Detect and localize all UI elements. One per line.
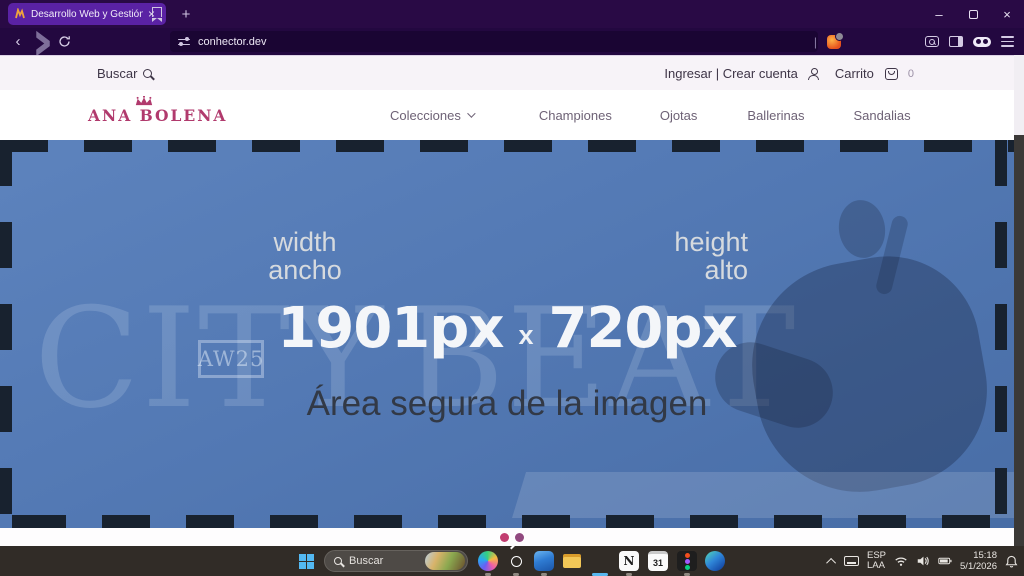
tab-favicon-icon	[14, 8, 26, 20]
cart-bag-icon[interactable]	[885, 68, 898, 80]
menu-icon[interactable]	[1001, 36, 1014, 47]
site-navbar: ANA BOLENA Colecciones Championes Ojotas…	[0, 90, 1014, 140]
running-indicator	[626, 573, 632, 576]
maximize-icon	[969, 10, 978, 19]
start-button[interactable]	[299, 554, 314, 569]
notifications-bell-icon[interactable]	[1005, 555, 1018, 568]
cart-link[interactable]: Carrito	[835, 66, 874, 81]
search-page-icon[interactable]	[925, 36, 939, 47]
running-indicator	[684, 573, 690, 576]
dashed-border-top	[0, 140, 1014, 152]
carousel-dot[interactable]	[515, 533, 524, 542]
extension-icon[interactable]	[827, 35, 841, 49]
height-label-es: alto	[642, 256, 748, 284]
carousel-strip	[0, 528, 1024, 546]
site-logo[interactable]: ANA BOLENA	[88, 96, 200, 125]
private-browsing-icon[interactable]	[973, 37, 991, 47]
width-value: 1901px	[277, 296, 503, 361]
site-search-label: Buscar	[97, 66, 137, 81]
nav-item-colecciones[interactable]: Colecciones	[390, 108, 473, 123]
figma-icon[interactable]	[677, 551, 697, 571]
search-highlight-image[interactable]	[425, 552, 465, 570]
toolbar-separator: |	[814, 35, 817, 49]
battery-icon[interactable]	[938, 555, 952, 567]
nav-item-ojotas[interactable]: Ojotas	[660, 108, 698, 123]
window-controls: – ×	[922, 0, 1024, 28]
main-menu: Colecciones Championes Ojotas Ballerinas…	[390, 90, 911, 140]
nav-item-ballerinas[interactable]: Ballerinas	[747, 108, 804, 123]
new-tab-button[interactable]: +	[176, 3, 196, 25]
wifi-icon[interactable]	[894, 555, 908, 567]
site-search[interactable]: Buscar	[97, 56, 152, 91]
account-link[interactable]: Ingresar | Crear cuenta	[664, 66, 797, 81]
crown-icon	[133, 96, 155, 106]
close-button[interactable]: ×	[990, 0, 1024, 28]
dashed-border-right	[995, 140, 1007, 528]
screen: Desarrollo Web y Gestión de Act × + – × …	[0, 0, 1024, 576]
back-button[interactable]: ‹	[6, 33, 30, 50]
hero-banner: CITY BEAT AW25 width ancho height alto 1…	[0, 140, 1014, 528]
safe-area-caption: Área segura de la imagen	[0, 384, 1014, 424]
active-app-indicator	[592, 573, 608, 576]
height-label: height alto	[642, 228, 748, 285]
clock-date: 5/1/2026	[960, 561, 997, 572]
system-tray: ESP LAA 15:18 5/1/2026	[829, 546, 1022, 576]
app-icon-blue[interactable]	[534, 551, 554, 571]
dimension-separator: x	[518, 320, 533, 351]
volume-icon[interactable]	[916, 555, 930, 567]
address-bar[interactable]: conhector.dev	[170, 31, 818, 52]
taskbar-search[interactable]: Buscar	[324, 550, 468, 572]
site-header: Buscar Ingresar | Crear cuenta Carrito 0	[0, 55, 1014, 90]
height-label-en: height	[642, 228, 748, 256]
toolbar-right: |	[814, 28, 1020, 55]
bookmark-icon[interactable]	[152, 7, 162, 17]
chevron-down-icon	[467, 109, 475, 117]
search-icon	[143, 69, 152, 78]
dashed-border-bottom	[0, 515, 1014, 528]
site-settings-icon[interactable]	[178, 37, 190, 47]
running-indicator	[541, 573, 547, 576]
nav-item-championes[interactable]: Championes	[539, 108, 612, 123]
running-indicator	[513, 573, 519, 576]
nav-item-label: Ojotas	[660, 108, 698, 123]
sidebar-icon[interactable]	[949, 36, 963, 47]
hero-platform-shape	[512, 472, 1014, 518]
language-bottom: LAA	[867, 561, 886, 571]
taskbar-search-label: Buscar	[349, 555, 425, 567]
width-label-es: ancho	[250, 256, 360, 284]
cart-count-badge: 0	[908, 68, 914, 80]
clock-time: 15:18	[960, 550, 997, 561]
minimize-button[interactable]: –	[922, 0, 956, 28]
touch-keyboard-icon[interactable]	[844, 556, 859, 566]
dashed-border-left	[0, 140, 12, 528]
reload-button[interactable]	[58, 35, 71, 48]
nav-item-sandalias[interactable]: Sandalias	[854, 108, 911, 123]
width-label-en: width	[250, 228, 360, 256]
maximize-button[interactable]	[956, 0, 990, 28]
calendar-icon[interactable]: 31	[648, 551, 668, 571]
taskbar-clock[interactable]: 15:18 5/1/2026	[960, 550, 997, 573]
scrollbar-thumb[interactable]	[1014, 135, 1024, 546]
carousel-dot-active[interactable]	[500, 533, 509, 542]
nav-item-label: Sandalias	[854, 108, 911, 123]
nav-item-label: Championes	[539, 108, 612, 123]
copilot-icon[interactable]	[478, 551, 498, 571]
edge-icon[interactable]	[705, 551, 725, 571]
notion-icon[interactable]: N	[619, 551, 639, 571]
account-icon[interactable]	[808, 68, 819, 79]
taskbar: Buscar N 31 ESP LAA	[0, 546, 1024, 576]
site-header-right: Ingresar | Crear cuenta Carrito 0	[664, 56, 914, 91]
logo-text: ANA BOLENA	[88, 106, 200, 125]
dimension-text: 1901px x 720px	[0, 296, 1014, 361]
nav-item-label: Colecciones	[390, 108, 461, 123]
tray-expand-icon[interactable]	[826, 557, 836, 567]
page-scrollbar[interactable]	[1014, 55, 1024, 546]
width-label: width ancho	[250, 228, 360, 285]
url-text: conhector.dev	[198, 36, 267, 48]
height-value: 720px	[549, 296, 737, 361]
running-indicator	[485, 573, 491, 576]
nav-item-label: Ballerinas	[747, 108, 804, 123]
search-icon	[334, 557, 342, 565]
language-indicator[interactable]: ESP LAA	[867, 551, 886, 572]
